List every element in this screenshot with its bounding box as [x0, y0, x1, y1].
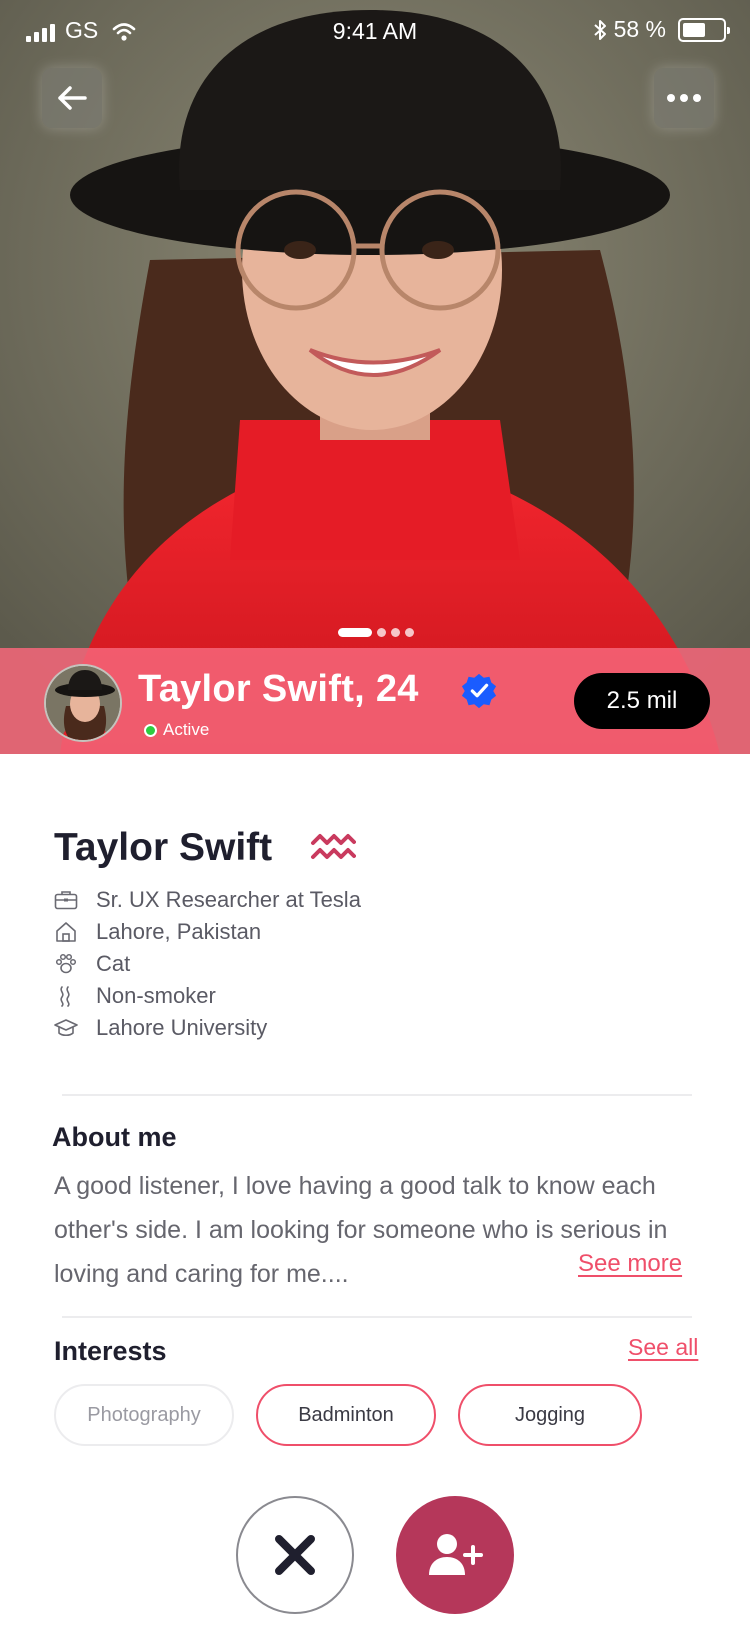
- section-divider: [62, 1094, 692, 1096]
- about-title: About me: [52, 1122, 177, 1152]
- see-all-link[interactable]: See all: [628, 1334, 698, 1361]
- detail-location: Lahore, Pakistan: [52, 916, 361, 948]
- briefcase-icon: [52, 888, 80, 912]
- profile-name-band: Taylor Swift, 24 Active 2.5 mil: [0, 648, 750, 754]
- detail-text: Non-smoker: [96, 983, 216, 1008]
- interest-chip[interactable]: Badminton: [256, 1384, 436, 1446]
- profile-name-age: Taylor Swift, 24: [138, 668, 419, 710]
- detail-text: Lahore University: [96, 1015, 268, 1040]
- detail-smoking: Non-smoker: [52, 980, 361, 1012]
- followers-count-badge[interactable]: 2.5 mil: [574, 673, 710, 729]
- interest-chip[interactable]: Jogging: [458, 1384, 642, 1446]
- arrow-left-icon: [58, 86, 87, 110]
- close-icon: [275, 1535, 315, 1575]
- more-dots-icon: [667, 94, 701, 102]
- add-user-icon: [429, 1534, 483, 1575]
- detail-text: Cat: [96, 951, 131, 976]
- active-status: Active: [144, 720, 209, 740]
- detail-job: Sr. UX Researcher at Tesla: [52, 884, 361, 916]
- profile-hero: GS 9:41 AM 58 % Taylor Swift, 24 Active …: [0, 0, 750, 754]
- photo-pager[interactable]: [338, 628, 414, 637]
- active-status-label: Active: [163, 720, 210, 739]
- add-friend-button[interactable]: [396, 1496, 514, 1614]
- smoke-icon: [52, 984, 80, 1008]
- verified-badge-icon: [461, 673, 497, 709]
- bluetooth-icon: [593, 19, 606, 40]
- interests-title: Interests: [54, 1336, 167, 1366]
- detail-education: Lahore University: [52, 1012, 361, 1044]
- avatar[interactable]: [44, 664, 122, 742]
- see-more-link[interactable]: See more: [578, 1250, 682, 1278]
- dislike-button[interactable]: [236, 1496, 354, 1614]
- section-divider: [62, 1316, 692, 1318]
- profile-photo[interactable]: [0, 0, 750, 754]
- battery-percent: 58 %: [613, 16, 666, 42]
- paw-icon: [52, 952, 80, 976]
- pager-dot[interactable]: [391, 628, 400, 637]
- profile-details: Sr. UX Researcher at Tesla Lahore, Pakis…: [52, 884, 361, 1044]
- battery-icon: [678, 17, 730, 42]
- interest-chip[interactable]: Photography: [54, 1384, 234, 1446]
- detail-text: Sr. UX Researcher at Tesla: [96, 887, 361, 912]
- pager-dot[interactable]: [405, 628, 414, 637]
- status-right: 58 %: [592, 16, 730, 43]
- aquarius-icon: [311, 834, 356, 859]
- pager-dot[interactable]: [338, 628, 372, 637]
- home-icon: [52, 920, 80, 944]
- back-button[interactable]: [42, 68, 102, 128]
- pager-dot[interactable]: [377, 628, 386, 637]
- online-dot-icon: [144, 723, 157, 737]
- page-title: Taylor Swift: [54, 826, 273, 869]
- detail-text: Lahore, Pakistan: [96, 919, 262, 944]
- status-bar: GS 9:41 AM 58 %: [0, 0, 750, 64]
- more-options-button[interactable]: [654, 68, 714, 128]
- detail-pet: Cat: [52, 948, 361, 980]
- graduation-cap-icon: [52, 1016, 80, 1040]
